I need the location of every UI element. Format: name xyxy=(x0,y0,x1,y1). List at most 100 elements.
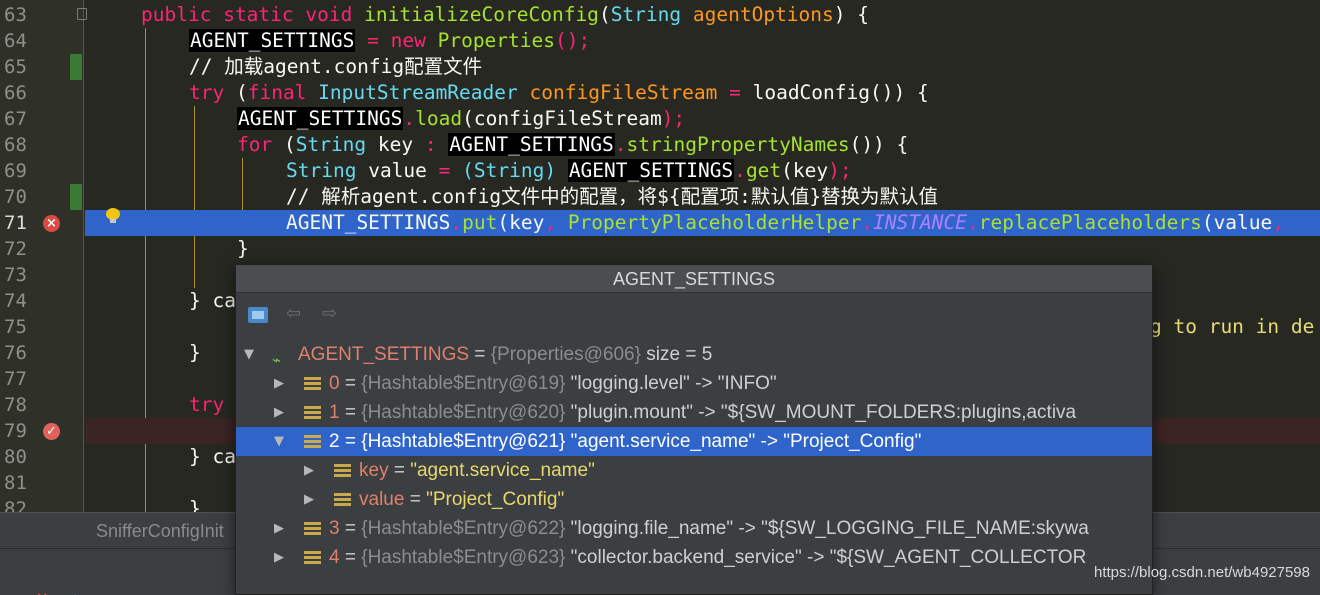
code-text: String value = (String) AGENT_SETTINGS.g… xyxy=(286,158,852,184)
punctuation: . xyxy=(734,159,746,182)
keyword: public xyxy=(141,3,212,26)
punctuation: (); xyxy=(555,29,591,52)
code-line[interactable]: // 加载agent.config配置文件 xyxy=(85,54,1320,80)
paren: ( xyxy=(462,107,474,130)
code-line[interactable]: AGENT_SETTINGS = new Properties(); xyxy=(85,28,1320,54)
code-fragment: } ca xyxy=(189,445,236,468)
arrow-right-icon[interactable]: ⇨ xyxy=(322,303,337,324)
punctuation: , xyxy=(544,211,568,234)
punctuation: . xyxy=(861,211,874,234)
line-number: 73 xyxy=(4,264,27,286)
punctuation: . xyxy=(403,107,416,130)
operator: = xyxy=(355,29,391,52)
expand-arrow-icon[interactable]: ▶ xyxy=(274,398,288,427)
row-text: 4 = {Hashtable$Entry@623} "collector.bac… xyxy=(329,543,1086,572)
expand-arrow-icon[interactable]: ▶ xyxy=(274,514,288,543)
equals: = xyxy=(339,402,362,423)
static-field: AGENT_SETTINGS xyxy=(286,211,451,234)
line-number: 63 xyxy=(4,4,27,26)
breakpoint-error-icon[interactable]: × xyxy=(43,215,60,232)
object-id: {Hashtable$Entry@621} xyxy=(361,431,566,452)
method-name: put xyxy=(462,211,498,234)
code-text: AGENT_SETTINGS.load(configFileStream); xyxy=(237,106,685,132)
size-label: size = 5 xyxy=(640,344,713,365)
keyword: try xyxy=(189,393,225,416)
line-number: 81 xyxy=(4,472,27,494)
tree-row-entry-selected[interactable]: ▼ 2 = {Hashtable$Entry@621} "agent.servi… xyxy=(236,427,1152,456)
object-id: {Properties@606} xyxy=(490,344,641,365)
expand-arrow-icon[interactable]: ▶ xyxy=(304,456,318,485)
breakpoint-verified-icon[interactable]: ✓ xyxy=(43,423,60,440)
line-number: 75 xyxy=(4,316,27,338)
brace: { xyxy=(845,3,870,26)
tree-row-entry[interactable]: ▶ 3 = {Hashtable$Entry@622} "logging.fil… xyxy=(236,514,1152,543)
equals: = xyxy=(404,489,427,510)
cast: (String) xyxy=(462,159,568,182)
code-line[interactable]: AGENT_SETTINGS.load(configFileStream); xyxy=(85,106,1320,132)
entry-value: "logging.level" -> "INFO" xyxy=(565,373,777,394)
arrow-left-icon[interactable]: ⇦ xyxy=(286,303,301,324)
line-number: 65 xyxy=(4,56,27,78)
stop-icon[interactable]: ✕ xyxy=(36,589,49,595)
method-name: replacePlaceholders xyxy=(978,211,1202,234)
vcs-change-marker[interactable] xyxy=(70,54,82,80)
argument: value xyxy=(1213,211,1273,234)
tree-row-entry[interactable]: ▶ 0 = {Hashtable$Entry@619} "logging.lev… xyxy=(236,369,1152,398)
tree-row-child[interactable]: ▶ key = "agent.service_name" xyxy=(236,456,1152,485)
code-line[interactable]: String value = (String) AGENT_SETTINGS.g… xyxy=(85,158,1320,184)
vcs-change-marker[interactable] xyxy=(70,184,82,210)
tree-row-entry[interactable]: ▶ 4 = {Hashtable$Entry@623} "collector.b… xyxy=(236,543,1152,572)
field-icon xyxy=(334,493,351,507)
line-number: 80 xyxy=(4,446,27,468)
intention-bulb-icon[interactable] xyxy=(106,208,120,224)
variable-inspector-popup[interactable]: AGENT_SETTINGS ⇦ ⇨ ▼ ⌁ AGENT_SETTINGS = … xyxy=(235,264,1153,595)
string-value: "agent.service_name" xyxy=(410,460,595,481)
code-text: try (final InputStreamReader configFileS… xyxy=(189,80,929,106)
type-name: InputStreamReader xyxy=(318,81,518,104)
code-line[interactable]: public static void initializeCoreConfig(… xyxy=(85,2,1320,28)
line-number: 66 xyxy=(4,82,27,104)
punctuation: ); xyxy=(661,107,686,130)
field-icon xyxy=(304,406,321,420)
resume-icon[interactable]: ▾ xyxy=(8,589,16,595)
navigate-frame-icon[interactable] xyxy=(248,307,268,323)
layout-icon[interactable]: ▬ xyxy=(120,589,134,595)
parameter-name: agentOptions xyxy=(692,3,834,26)
code-line[interactable]: } xyxy=(85,236,1320,262)
step-icon[interactable]: ↘ xyxy=(72,589,85,595)
gutter-line: 69 xyxy=(0,158,84,184)
keyword: void xyxy=(305,3,353,26)
expand-arrow-icon[interactable]: ▶ xyxy=(274,369,288,398)
code-line[interactable]: try (final InputStreamReader configFileS… xyxy=(85,80,1320,106)
keyword: for xyxy=(237,133,273,156)
tree-row-child[interactable]: ▶ value = "Project_Config" xyxy=(236,485,1152,514)
code-line[interactable]: // 解析agent.config文件中的配置，将${配置项:默认值}替换为默认… xyxy=(85,184,1320,210)
field-name: value xyxy=(359,489,405,510)
field-icon xyxy=(334,464,351,478)
gutter-line: 75 xyxy=(0,314,84,340)
expand-arrow-icon[interactable]: ▶ xyxy=(304,485,318,514)
argument: configFileStream xyxy=(473,107,662,130)
object-id: {Hashtable$Entry@623} xyxy=(361,547,566,568)
punctuation: . xyxy=(450,211,463,234)
collapse-arrow-icon[interactable]: ▼ xyxy=(274,427,288,456)
entry-index: 2 xyxy=(329,431,340,452)
brace: } xyxy=(189,341,201,364)
expand-arrow-icon[interactable]: ▶ xyxy=(274,543,288,572)
tree-row-entry[interactable]: ▶ 1 = {Hashtable$Entry@620} "plugin.moun… xyxy=(236,398,1152,427)
field-icon xyxy=(304,551,321,565)
line-number-gutter[interactable]: 63 64 65 66 67 68 69 70 71 × 72 73 74 75 … xyxy=(0,0,87,512)
popup-title: AGENT_SETTINGS xyxy=(236,265,1152,293)
tree-root-row[interactable]: ▼ ⌁ AGENT_SETTINGS = {Properties@606} si… xyxy=(236,340,1152,369)
file-tab[interactable]: SnifferConfigInit xyxy=(96,521,224,542)
row-text: 2 = {Hashtable$Entry@621} "agent.service… xyxy=(329,427,921,456)
punctuation: , xyxy=(1272,211,1285,234)
field-icon xyxy=(304,377,321,391)
type-name: String xyxy=(295,133,367,156)
object-id: {Hashtable$Entry@622} xyxy=(361,518,566,539)
collapse-arrow-icon[interactable]: ▼ xyxy=(244,340,258,369)
code-line-current[interactable]: AGENT_SETTINGS.put(key, PropertyPlacehol… xyxy=(85,210,1320,236)
code-comment: // 解析agent.config文件中的配置，将${配置项:默认值}替换为默认… xyxy=(286,185,939,208)
code-line[interactable]: for (String key : AGENT_SETTINGS.stringP… xyxy=(85,132,1320,158)
equals: = xyxy=(339,547,362,568)
